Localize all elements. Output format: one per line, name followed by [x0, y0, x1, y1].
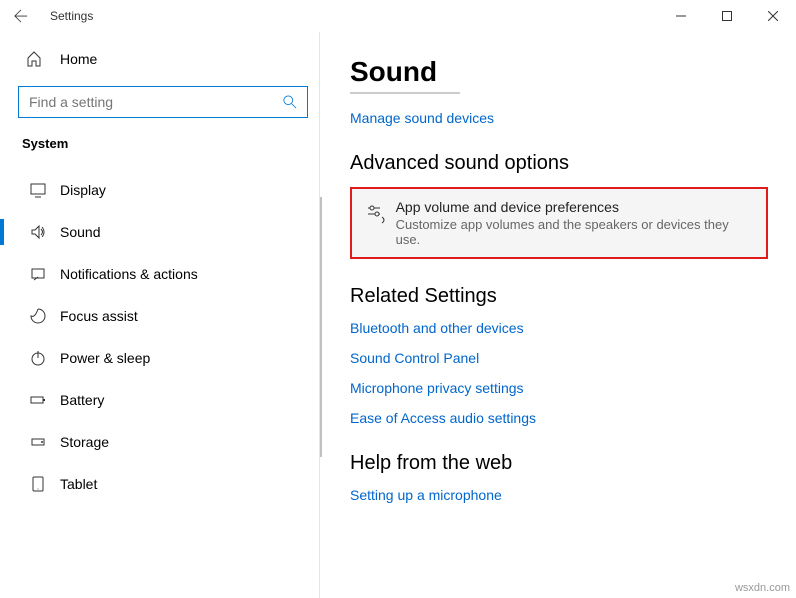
nav-battery[interactable]: Battery	[18, 379, 320, 421]
nav-label: Display	[50, 182, 106, 198]
help-heading: Help from the web	[350, 452, 768, 475]
related-heading: Related Settings	[350, 285, 768, 308]
advanced-heading: Advanced sound options	[350, 152, 768, 175]
search-input[interactable]	[29, 94, 283, 110]
nav-tablet[interactable]: Tablet	[18, 463, 320, 505]
related-link[interactable]: Sound Control Panel	[350, 350, 768, 366]
sliders-icon	[366, 199, 396, 225]
option-desc: Customize app volumes and the speakers o…	[396, 217, 752, 247]
sound-icon	[26, 224, 50, 240]
close-button[interactable]	[750, 0, 796, 32]
nav-label: Power & sleep	[50, 350, 150, 366]
battery-icon	[26, 392, 50, 408]
back-button[interactable]	[14, 9, 42, 23]
nav-label: Sound	[50, 224, 100, 240]
title-underline	[350, 92, 460, 94]
nav-label: Tablet	[50, 476, 97, 492]
nav-display[interactable]: Display	[18, 169, 320, 211]
main-content: Sound Manage sound devices Advanced soun…	[320, 32, 796, 598]
help-link[interactable]: Setting up a microphone	[350, 487, 768, 503]
nav-sound[interactable]: Sound	[18, 211, 320, 253]
home-label: Home	[50, 51, 97, 67]
nav-focus[interactable]: Focus assist	[18, 295, 320, 337]
related-link[interactable]: Ease of Access audio settings	[350, 410, 768, 426]
nav-notifications[interactable]: Notifications & actions	[18, 253, 320, 295]
watermark: wsxdn.com	[735, 582, 790, 594]
manage-devices-link[interactable]: Manage sound devices	[350, 110, 768, 126]
storage-icon	[26, 434, 50, 450]
sidebar: Home System Display Sound Notifications …	[0, 32, 320, 598]
nav-storage[interactable]: Storage	[18, 421, 320, 463]
nav-label: Storage	[50, 434, 109, 450]
window-title: Settings	[42, 9, 93, 23]
search-icon	[283, 95, 297, 109]
tablet-icon	[26, 476, 50, 492]
home-icon	[26, 51, 50, 67]
power-icon	[26, 350, 50, 366]
minimize-button[interactable]	[658, 0, 704, 32]
nav-power[interactable]: Power & sleep	[18, 337, 320, 379]
sidebar-scrollbar[interactable]	[320, 197, 322, 457]
section-label: System	[18, 136, 320, 151]
home-nav[interactable]: Home	[18, 40, 320, 78]
nav-label: Notifications & actions	[50, 266, 198, 282]
focus-icon	[26, 308, 50, 324]
display-icon	[26, 182, 50, 198]
related-link[interactable]: Bluetooth and other devices	[350, 320, 768, 336]
maximize-button[interactable]	[704, 0, 750, 32]
related-link[interactable]: Microphone privacy settings	[350, 380, 768, 396]
search-input-container[interactable]	[18, 86, 308, 118]
app-volume-option[interactable]: App volume and device preferences Custom…	[350, 187, 768, 259]
nav-label: Battery	[50, 392, 104, 408]
page-title: Sound	[350, 56, 768, 88]
option-title: App volume and device preferences	[396, 199, 752, 215]
notifications-icon	[26, 266, 50, 282]
nav-label: Focus assist	[50, 308, 138, 324]
